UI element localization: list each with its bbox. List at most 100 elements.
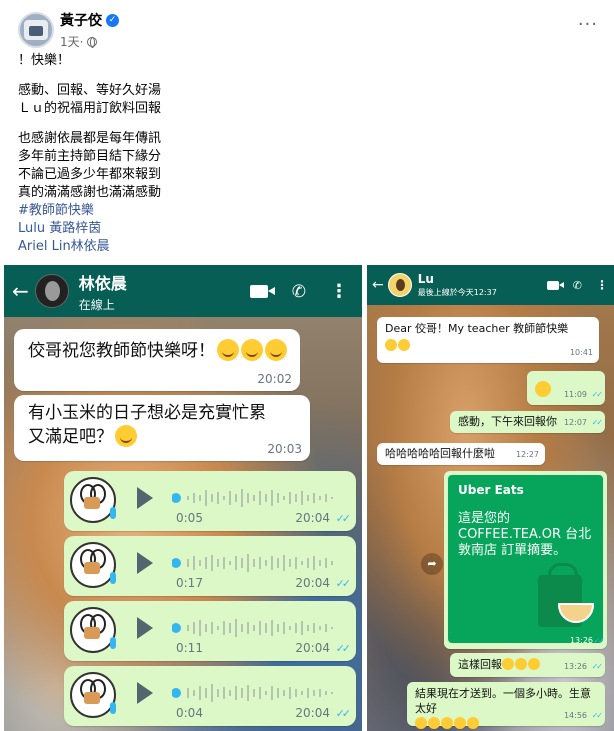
play-icon[interactable]: [137, 682, 153, 704]
phone-icon: ✆: [572, 278, 582, 292]
mention-link[interactable]: Lulu 黃路梓茵: [18, 220, 578, 238]
whatsapp-screenshot-right[interactable]: ← Lu 最後上線於今天12:37 ✆ ⋮ Dear 佼哥！My teacher…: [367, 265, 614, 731]
read-ticks-icon: ✓✓: [593, 636, 605, 645]
message-time: 20:02: [257, 372, 292, 386]
author-avatar[interactable]: [18, 12, 54, 48]
post-line: 不論已過多少年都來報到: [18, 167, 162, 182]
video-call-icon: [249, 285, 275, 298]
message-time: 13:26: [569, 636, 593, 645]
voice-message: 0:17 20:04 ✓✓: [64, 536, 356, 596]
uber-brand: Uber Eats: [458, 483, 524, 497]
heart-icon: [84, 497, 100, 509]
mic-icon: [110, 572, 116, 584]
message-time: 11:09: [563, 390, 587, 399]
read-ticks-icon: ✓✓: [591, 418, 603, 427]
share-icon[interactable]: ➦: [421, 553, 443, 575]
dot-separator: ·: [79, 34, 84, 49]
menu-icon: ⋮: [596, 278, 608, 292]
contact-info: 林依晨 在線上: [79, 270, 127, 313]
message-time: 20:04: [295, 576, 330, 590]
message-time: 12:27: [515, 450, 539, 459]
message-text: 有小玉米的日子想必是充實忙累又滿足吧？: [28, 403, 266, 447]
header-actions: ✆ ⋮: [546, 278, 608, 292]
grin-emoji-icon: [241, 339, 263, 361]
waveform: [172, 489, 333, 507]
message-bubble: 佼哥祝您教師節快樂呀！ 20:02: [14, 329, 300, 391]
waveform: [172, 619, 333, 637]
back-arrow-icon: ←: [12, 279, 29, 303]
message-time: 14:56: [563, 711, 587, 720]
read-ticks-icon: ✓✓: [335, 707, 352, 720]
author-row: 黃子佼 ✓: [60, 10, 119, 30]
message-time: 20:03: [267, 442, 302, 456]
uber-eats-image: Uber Eats 這是您的 COFFEE.TEA.OR 台北敦南店 訂單摘要。: [448, 475, 603, 643]
message-bubble: 結果現在才送到。一個多小時。生意太好 14:56 ✓✓: [407, 682, 605, 729]
message-bubble: 哈哈哈哈哈回報什麼啦 12:27: [377, 443, 545, 465]
back-arrow-icon: ←: [372, 277, 384, 293]
mic-icon: [110, 637, 116, 649]
emoji-row: [385, 338, 591, 353]
post-line: 真的滿滿感謝也滿滿感動: [18, 185, 162, 200]
voice-duration: 0:17: [176, 576, 203, 590]
post-timestamp[interactable]: 1天: [60, 33, 80, 50]
message-bubble: Dear 佼哥！My teacher 教師節快樂 10:41: [377, 317, 599, 363]
mic-icon: [110, 507, 116, 519]
message-text: 佼哥祝您教師節快樂呀！: [28, 341, 215, 361]
post-meta: 1天 ·: [60, 33, 119, 50]
message-time: 20:04: [295, 706, 330, 720]
message-time: 10:41: [569, 348, 593, 357]
heart-icon: [84, 692, 100, 704]
video-call-icon: [546, 280, 564, 290]
grin-emoji-icon: [265, 339, 287, 361]
heart-icon: [84, 627, 100, 639]
chat-header: ← 林依晨 在線上 ✆ ⋮: [4, 265, 362, 317]
voice-message: 0:05 20:04 ✓✓: [64, 471, 356, 531]
more-options-icon[interactable]: ···: [578, 14, 598, 35]
header-actions: ✆ ⋮: [249, 281, 348, 302]
message-text: 這樣回報: [458, 658, 502, 671]
message-time: 12:07: [563, 418, 587, 427]
post-body: ！快樂！ 感動、回報、等好久好湯 Ｌｕ的祝福用訂飲料回報 也感謝依晨都是每年傳訊…: [18, 52, 578, 256]
contact-status: 在線上: [78, 297, 115, 312]
play-icon[interactable]: [137, 552, 153, 574]
message-text: Dear 佼哥！My teacher 教師節快樂: [385, 322, 569, 335]
play-icon[interactable]: [137, 487, 153, 509]
post-header: 黃子佼 ✓ 1天 ·: [18, 10, 119, 50]
waveform: [172, 554, 333, 572]
mic-icon: [110, 702, 116, 714]
smile-emoji-icon: [115, 425, 137, 447]
read-ticks-icon: ✓✓: [335, 577, 352, 590]
message-bubble: 感動，下午來回報你 12:07 ✓✓: [450, 411, 605, 433]
message-bubble: 這樣回報 13:26 ✓✓: [450, 653, 605, 677]
whatsapp-screenshot-left[interactable]: ← 林依晨 在線上 ✆ ⋮ 佼哥祝您教師節快樂呀！ 20:02 有小玉米的日子想…: [4, 265, 362, 731]
message-bubble: 有小玉米的日子想必是充實忙累又滿足吧？ 20:03: [14, 395, 310, 461]
read-ticks-icon: ✓✓: [591, 390, 603, 399]
pray-emoji-icon: [385, 339, 397, 351]
read-ticks-icon: ✓✓: [591, 711, 603, 720]
laughing-emoji-icon: [428, 717, 440, 729]
chat-header: ← Lu 最後上線於今天12:37 ✆ ⋮: [367, 265, 614, 305]
menu-icon: ⋮: [330, 281, 348, 302]
play-icon[interactable]: [137, 617, 153, 639]
contact-avatar: [34, 274, 69, 308]
post-line: 也感謝依晨都是每年傳訊: [18, 131, 162, 146]
author-name[interactable]: 黃子佼: [60, 10, 102, 30]
read-ticks-icon: ✓✓: [591, 662, 603, 671]
hashtag-link[interactable]: #教師節快樂: [18, 202, 578, 220]
uber-eats-card[interactable]: Uber Eats 這是您的 COFFEE.TEA.OR 台北敦南店 訂單摘要。…: [444, 471, 607, 649]
post-line: 多年前主持節目結下緣分: [18, 149, 162, 164]
mention-link[interactable]: Ariel Lin林依晨: [18, 238, 578, 256]
phone-icon: ✆: [291, 281, 306, 302]
contact-name: Lu: [417, 272, 434, 286]
message-time: 20:04: [295, 511, 330, 525]
heart-icon: [84, 562, 100, 574]
author-block: 黃子佼 ✓ 1天 ·: [60, 10, 119, 50]
voice-duration: 0:11: [176, 641, 203, 655]
contact-status: 最後上線於今天12:37: [417, 288, 497, 297]
waveform: [172, 684, 333, 702]
laughing-emoji-icon: [467, 717, 479, 729]
uber-order-text: 這是您的 COFFEE.TEA.OR 台北敦南店 訂單摘要。: [458, 511, 592, 558]
victory-hand-emoji-icon: [515, 658, 527, 670]
